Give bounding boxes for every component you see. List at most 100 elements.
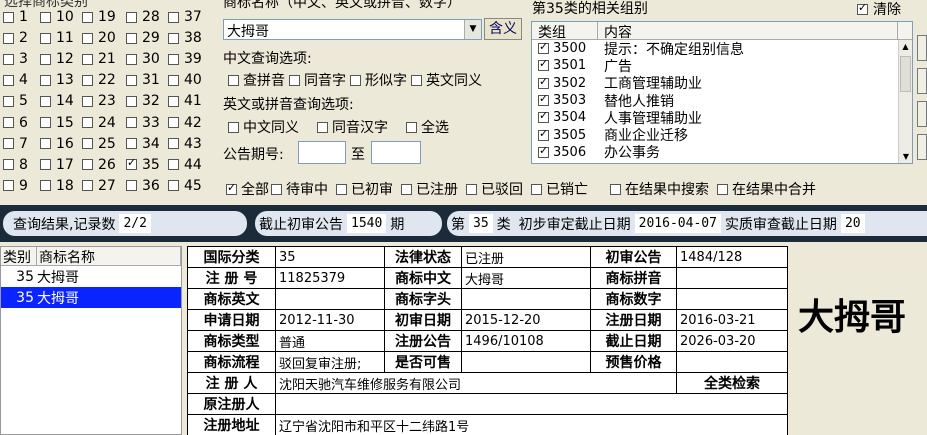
checkbox-box[interactable] [3,159,14,171]
checkbox-box[interactable] [82,53,93,65]
filter-2[interactable]: 已初审 [336,179,393,199]
checkbox-box[interactable] [3,53,14,65]
checkbox-box[interactable] [82,32,93,44]
class-checkbox-34[interactable]: 34 [126,136,160,152]
checkbox-box[interactable] [40,32,51,44]
checkbox-box[interactable] [3,138,14,150]
checkbox-box[interactable] [350,74,361,86]
class-checkbox-40[interactable]: 40 [168,72,202,88]
checkbox-box[interactable] [531,183,542,195]
class-checkbox-16[interactable]: 16 [40,136,74,152]
class-checkbox-1[interactable]: 1 [3,9,28,25]
checkbox-box[interactable] [40,53,51,65]
checkbox-box[interactable] [40,117,51,128]
class-checkbox-28[interactable]: 28 [126,9,160,25]
en-option-0[interactable]: 中文同义 [228,117,299,137]
checkbox-box[interactable] [40,74,51,86]
side-button-3[interactable] [917,101,927,127]
class-checkbox-17[interactable]: 17 [40,157,74,173]
class-checkbox-7[interactable]: 7 [3,136,28,152]
class-checkbox-29[interactable]: 29 [126,30,160,46]
scroll-thumb[interactable] [900,56,911,92]
group-row[interactable]: 3503替他人推销 [532,92,912,110]
clear-checkbox-box[interactable] [857,1,868,15]
checkbox-box[interactable] [168,74,179,86]
cn-option-3[interactable]: 英文同义 [411,70,482,90]
full-search-button[interactable]: 全类检索 [676,372,788,394]
group-row[interactable]: 3502工商管理辅助业 [532,75,912,92]
filter-5[interactable]: 已销亡 [531,179,588,199]
filter-7[interactable]: 在结果中合并 [717,179,816,199]
checkbox-box[interactable] [40,11,51,23]
checkbox-box[interactable] [289,74,300,86]
dropdown-arrow-icon[interactable]: ▼ [464,20,481,39]
class-checkbox-20[interactable]: 20 [82,30,116,46]
checkbox-box[interactable] [466,183,477,195]
class-checkbox-33[interactable]: 33 [126,115,160,131]
checkbox-box[interactable] [401,183,412,195]
cn-option-2[interactable]: 形似字 [350,70,407,90]
class-checkbox-26[interactable]: 26 [82,157,116,173]
class-checkbox-14[interactable]: 14 [40,93,74,109]
group-row[interactable]: 3506 办公事务 [532,144,912,161]
class-checkbox-19[interactable]: 19 [82,9,116,25]
side-button-2[interactable] [917,68,927,94]
checkbox-box[interactable] [336,183,347,195]
checkbox-box[interactable] [538,144,549,158]
filter-4[interactable]: 已驳回 [466,179,523,199]
checkbox-box[interactable] [538,109,549,124]
checkbox-box[interactable] [168,32,179,44]
filter-6[interactable]: 在结果中搜索 [610,179,709,199]
checkbox-box[interactable] [3,11,14,23]
cn-option-1[interactable]: 同音字 [289,70,346,90]
group-row[interactable]: 3501广告 [532,57,912,75]
class-checkbox-37[interactable]: 37 [168,9,202,25]
class-checkbox-45[interactable]: 45 [168,178,202,194]
class-checkbox-12[interactable]: 12 [40,51,74,67]
class-checkbox-2[interactable]: 2 [3,30,28,46]
checkbox-box[interactable] [3,95,14,107]
class-checkbox-38[interactable]: 38 [168,30,202,46]
en-option-1[interactable]: 同音汉字 [317,117,388,137]
trademark-name-combobox[interactable]: 大拇哥 ▼ [223,19,482,40]
checkbox-box[interactable] [168,159,179,171]
class-checkbox-43[interactable]: 43 [168,136,202,152]
checkbox-box[interactable] [538,92,549,107]
group-list[interactable]: 类组 内容 3500提示：不确定组别信息3501广告3502工商管理辅助业350… [531,21,913,164]
checkbox-box[interactable] [168,138,179,150]
checkbox-box[interactable] [3,32,14,44]
checkbox-box[interactable] [40,138,51,150]
checkbox-box[interactable] [40,95,51,107]
checkbox-box[interactable] [126,117,137,128]
checkbox-box[interactable] [3,180,14,192]
deadline-value[interactable]: 1540 [347,214,387,233]
group-row[interactable]: 3504人事管理辅助业 [532,109,912,127]
class-checkbox-42[interactable]: 42 [168,115,202,131]
class-checkbox-10[interactable]: 10 [40,9,74,25]
class-checkbox-31[interactable]: 31 [126,72,160,88]
group-row[interactable]: 3500提示：不确定组别信息 [532,40,912,58]
checkbox-box[interactable] [82,95,93,107]
checkbox-box[interactable] [3,74,14,86]
checkbox-box[interactable] [168,53,179,65]
checkbox-box[interactable] [168,11,179,23]
checkbox-box[interactable] [126,53,137,65]
class-checkbox-11[interactable]: 11 [40,30,74,46]
class-checkbox-25[interactable]: 25 [82,136,116,152]
side-button-4[interactable] [917,134,927,160]
checkbox-box[interactable] [82,180,93,192]
checkbox-box[interactable] [538,75,549,89]
scroll-up-icon[interactable]: ▲ [899,40,912,54]
checkbox-box[interactable] [126,138,137,150]
checkbox-box[interactable] [82,11,93,23]
class-checkbox-24[interactable]: 24 [82,115,116,131]
class-checkbox-5[interactable]: 5 [3,93,28,109]
class-checkbox-32[interactable]: 32 [126,93,160,109]
checkbox-box[interactable] [538,40,549,55]
period-from-input[interactable] [298,141,346,164]
checkbox-box[interactable] [317,121,328,133]
result-row[interactable]: 35 大拇哥 [1,287,181,308]
checkbox-box[interactable] [406,121,417,133]
class-checkbox-9[interactable]: 9 [3,178,28,194]
checkbox-box[interactable] [271,183,282,195]
